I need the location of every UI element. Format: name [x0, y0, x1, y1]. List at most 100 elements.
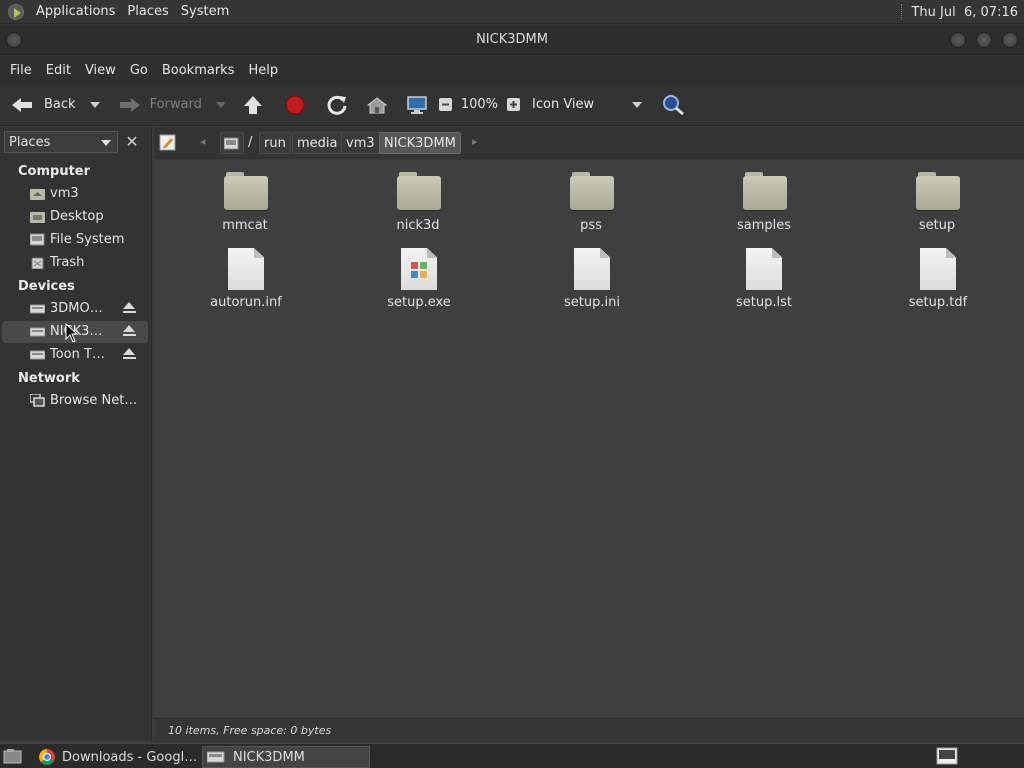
workspace-switcher-icon[interactable] [936, 747, 958, 765]
location-bar: ◂ / run media vm3 NICK3DMM ▸ [154, 127, 1024, 159]
text-file-icon [746, 248, 782, 290]
crumb-vm3[interactable]: vm3 [341, 132, 380, 154]
reload-icon[interactable] [326, 94, 348, 116]
window-titlebar[interactable]: NICK3DMM [0, 25, 1024, 55]
maximize-button[interactable] [976, 32, 992, 48]
sidebar-item-label: File System [50, 232, 125, 247]
up-arrow-icon[interactable] [242, 94, 264, 116]
file-item[interactable]: autorun.inf [186, 160, 306, 320]
show-desktop-icon[interactable] [3, 748, 23, 765]
toolbar: Back Forward 100% Icon View [0, 84, 1024, 126]
sidebar-type-select[interactable]: Places [4, 131, 118, 153]
path-scroll-left-icon[interactable]: ◂ [200, 135, 206, 148]
text-file-icon [574, 248, 610, 290]
forward-label: Forward [149, 97, 202, 112]
chrome-icon [39, 749, 55, 765]
desktop-folder-icon [30, 212, 45, 223]
crumb-root[interactable] [220, 132, 244, 154]
menu-help[interactable]: Help [242, 63, 284, 78]
sidebar-item-browse-network[interactable]: Browse Net… [2, 390, 148, 412]
zoom-in-icon[interactable] [506, 97, 522, 113]
close-sidebar-icon[interactable]: ✕ [122, 132, 142, 152]
menu-file[interactable]: File [4, 63, 38, 78]
text-file-icon [228, 248, 264, 290]
file-item[interactable]: setup.ini [532, 160, 652, 320]
forward-arrow-icon [119, 97, 140, 112]
stop-icon[interactable] [284, 94, 306, 116]
zoom-level[interactable]: 100% [461, 90, 498, 120]
crumb-run[interactable]: run [259, 132, 291, 154]
file-item[interactable]: setup.tdf [878, 160, 998, 320]
places-menu[interactable]: Places [121, 4, 174, 19]
eject-icon[interactable] [123, 348, 136, 362]
view-mode-select[interactable]: Icon View [532, 90, 643, 120]
path-separator: / [248, 135, 253, 150]
file-item[interactable]: setup.lst [704, 160, 824, 320]
minimize-button[interactable] [950, 32, 966, 48]
close-button[interactable] [1002, 32, 1018, 48]
disc-drive-icon [30, 327, 45, 337]
disc-drive-icon [30, 304, 45, 314]
menu-edit[interactable]: Edit [40, 63, 77, 78]
edit-location-icon[interactable] [159, 134, 177, 152]
menu-bookmarks[interactable]: Bookmarks [156, 63, 241, 78]
window-title: NICK3DMM [476, 32, 548, 47]
forward-history-dropdown-icon[interactable] [215, 101, 226, 108]
menu-view[interactable]: View [79, 63, 122, 78]
panel-separator [901, 4, 903, 20]
path-scroll-right-icon[interactable]: ▸ [472, 135, 478, 148]
applications-menu[interactable]: Applications [30, 4, 121, 19]
status-text: 10 items, Free space: 0 bytes [168, 724, 332, 737]
disc-drive-icon [207, 751, 225, 763]
sidebar-heading-network: Network [18, 371, 80, 386]
sidebar-item-device-toon[interactable]: Toon T… [2, 344, 148, 366]
back-arrow-icon [12, 97, 32, 112]
menu-go[interactable]: Go [124, 63, 154, 78]
chevron-down-icon [101, 140, 111, 146]
app-grid-glyph [411, 262, 427, 278]
file-view[interactable]: mmcat nick3d pss samples setup autorun.i… [155, 160, 1024, 717]
eject-icon[interactable] [123, 302, 136, 316]
distro-logo-icon[interactable] [8, 3, 24, 20]
taskbar-item-nick3dmm[interactable]: NICK3DMM [202, 746, 370, 768]
text-file-icon [920, 248, 956, 290]
file-item[interactable]: setup.exe [359, 160, 479, 320]
computer-icon[interactable] [406, 95, 428, 115]
back-button[interactable]: Back [10, 90, 100, 120]
zoom-out-icon[interactable] [438, 97, 454, 113]
mouse-cursor-icon [65, 323, 79, 343]
sidebar-item-label: Browse Net… [50, 393, 138, 408]
taskbar-item-downloads[interactable]: Downloads - Googl… [34, 746, 200, 768]
forward-button[interactable]: Forward [118, 90, 226, 120]
sidebar-heading-computer: Computer [18, 164, 91, 179]
back-history-dropdown-icon[interactable] [89, 101, 100, 108]
sidebar-item-vm3[interactable]: vm3 [2, 183, 148, 205]
trash-icon [31, 257, 44, 269]
file-name: autorun.inf [210, 295, 282, 310]
drive-icon [224, 137, 239, 149]
sidebar-item-device-3dmo[interactable]: 3DMO… [2, 298, 148, 320]
home-icon[interactable] [366, 95, 388, 115]
clock[interactable]: Thu Jul 6, 07:16 [911, 5, 1018, 20]
crumb-media[interactable]: media [292, 132, 343, 154]
executable-icon [401, 248, 437, 290]
crumb-nick3dmm[interactable]: NICK3DMM [379, 132, 461, 154]
sidebar-item-trash[interactable]: Trash [2, 252, 148, 274]
sidebar: Places ✕ Computer vm3 Desktop File Syste… [0, 127, 152, 741]
system-menu[interactable]: System [175, 4, 235, 19]
disc-drive-icon [30, 350, 45, 360]
view-mode-label: Icon View [532, 97, 595, 112]
taskbar-item-label: Downloads - Googl… [62, 749, 198, 765]
sidebar-item-desktop[interactable]: Desktop [2, 206, 148, 228]
eject-icon[interactable] [123, 325, 136, 339]
menubar: File Edit View Go Bookmarks Help [0, 56, 1024, 84]
sidebar-type-label: Places [9, 134, 51, 150]
drive-icon [30, 233, 45, 246]
home-folder-icon [30, 189, 45, 200]
sidebar-item-label: Trash [50, 255, 85, 270]
search-icon[interactable] [662, 94, 686, 116]
status-bar: 10 items, Free space: 0 bytes [155, 718, 1024, 742]
file-name: setup.ini [564, 295, 620, 310]
sidebar-item-file-system[interactable]: File System [2, 229, 148, 251]
bottom-panel: Downloads - Googl… NICK3DMM [0, 743, 1024, 768]
